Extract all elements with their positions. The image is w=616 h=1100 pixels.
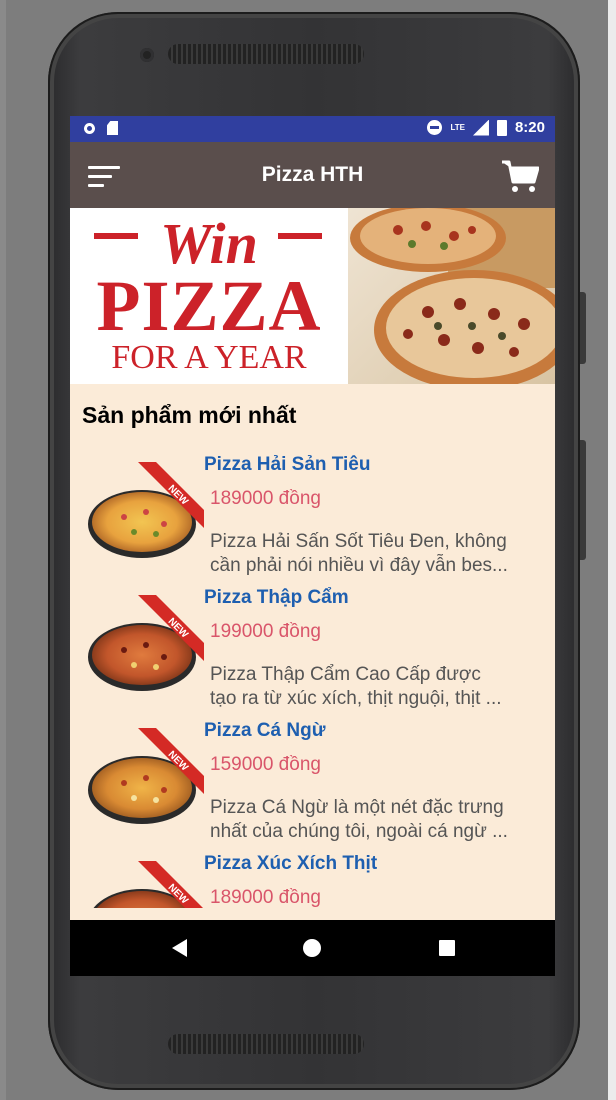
front-camera	[140, 48, 154, 62]
battery-icon	[496, 119, 507, 136]
product-name[interactable]: Pizza Thập Cẩm	[204, 587, 349, 609]
banner-text-panel: Win PIZZA FOR A YEAR	[70, 208, 348, 384]
pizza-thumbnail: NEW	[88, 462, 204, 558]
status-time: 8:20	[514, 119, 545, 136]
product-item[interactable]: NEW Pizza Xúc Xích Thịt 189000 đồng	[70, 853, 555, 908]
product-price: 189000 đồng	[210, 488, 321, 509]
product-price: 159000 đồng	[210, 754, 321, 775]
home-icon[interactable]	[303, 939, 321, 957]
circle-notification-icon	[84, 122, 95, 134]
power-button	[580, 292, 586, 364]
pizza-thumbnail: NEW	[88, 595, 204, 691]
banner-pizza-image	[348, 208, 555, 384]
product-list[interactable]: NEW Pizza Hải Sản Tiêu 189000 đồng Pizza…	[70, 454, 555, 908]
do-not-disturb-icon	[427, 120, 443, 135]
banner-year-text: FOR A YEAR	[111, 339, 307, 376]
app-toolbar: Pizza HTH	[70, 142, 555, 208]
product-price: 199000 đồng	[210, 621, 321, 642]
product-item[interactable]: NEW Pizza Thập Cẩm 199000 đồng Pizza Thậ…	[70, 587, 555, 719]
product-name[interactable]: Pizza Hải Sản Tiêu	[204, 454, 370, 476]
bottom-speaker	[168, 1034, 364, 1054]
volume-button	[580, 440, 586, 560]
app-title: Pizza HTH	[261, 163, 364, 186]
lte-label: LTE	[450, 122, 465, 132]
back-icon[interactable]	[172, 939, 187, 957]
product-price: 189000 đồng	[210, 887, 321, 908]
product-name[interactable]: Pizza Cá Ngừ	[204, 720, 325, 742]
product-item[interactable]: NEW Pizza Hải Sản Tiêu 189000 đồng Pizza…	[70, 454, 555, 586]
top-speaker	[168, 44, 364, 64]
recent-apps-icon[interactable]	[439, 940, 455, 956]
promo-banner[interactable]: Win PIZZA FOR A YEAR	[70, 208, 555, 384]
lte-signal-icon	[472, 119, 489, 136]
pizza-thumbnail: NEW	[93, 861, 203, 908]
background-strip	[0, 0, 6, 1100]
app-screen: LTE 8:20 Pizza HTH Win PIZZA FOR A YEAR	[70, 116, 555, 976]
product-description: Pizza Cá Ngừ là một nét đặc trưng nhất c…	[210, 797, 508, 842]
background-strip	[608, 0, 616, 1100]
sd-card-icon	[107, 121, 118, 135]
navigation-bar	[70, 920, 555, 976]
banner-pizza-text: PIZZA	[96, 266, 322, 346]
section-title: Sản phẩm mới nhất	[82, 402, 297, 428]
product-name[interactable]: Pizza Xúc Xích Thịt	[204, 853, 377, 875]
product-description: Pizza Thập Cẩm Cao Cấp được tạo ra từ xú…	[210, 664, 502, 709]
status-bar: LTE 8:20	[70, 116, 555, 142]
product-description: Pizza Hải Sấn Sốt Tiêu Đen, không cần ph…	[210, 531, 508, 576]
cart-icon[interactable]	[501, 159, 539, 193]
product-item[interactable]: NEW Pizza Cá Ngừ 159000 đồng Pizza Cá Ng…	[70, 720, 555, 852]
pizza-thumbnail: NEW	[88, 728, 204, 824]
